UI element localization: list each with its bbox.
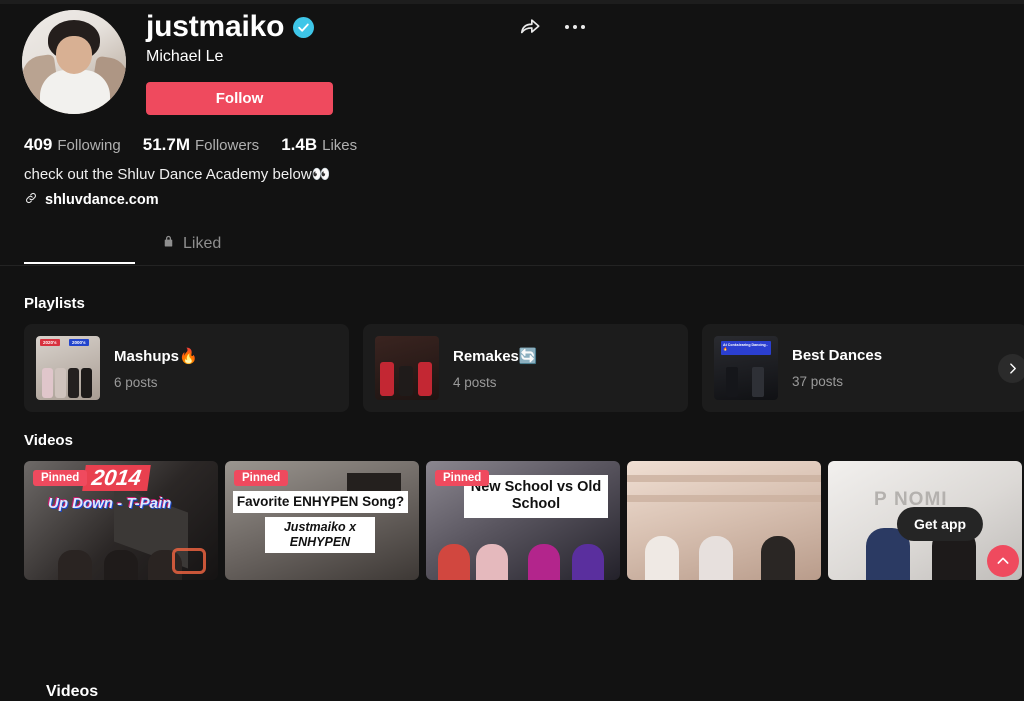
stat-likes: 1.4B Likes (281, 135, 357, 155)
username-row: justmaiko (146, 10, 315, 44)
follow-button[interactable]: Follow (146, 82, 333, 115)
avatar-face (56, 36, 92, 74)
playlist-post-count: 37 posts (792, 374, 844, 389)
bio-link-row[interactable]: shluvdance.com (24, 191, 159, 209)
playlist-thumbnail-overlay: At Conkslearing Dancing..🔥 (721, 341, 771, 355)
pinned-badge: Pinned (234, 470, 289, 486)
playlist-info: Best Dances 37 posts (792, 347, 882, 389)
videos-heading: Videos (24, 432, 73, 449)
tiktok-profile-page: justmaiko Michael Le Follow 409 Following… (0, 4, 1024, 700)
tab-liked[interactable]: Liked (161, 234, 221, 254)
playlist-card[interactable]: 2020's 2000's Mashups🔥 6 posts (24, 324, 349, 412)
video-neon-sign (172, 548, 206, 574)
share-arrow-icon[interactable] (519, 16, 541, 38)
stat-followers[interactable]: 51.7M Followers (143, 135, 259, 155)
video-overlay-year: 2014 (82, 465, 151, 491)
playlist-post-count: 6 posts (114, 374, 158, 390)
following-count: 409 (24, 135, 53, 154)
playlist-name: Remakes🔄 (453, 347, 538, 365)
bio-link[interactable]: shluvdance.com (45, 192, 159, 208)
scroll-to-top-icon[interactable] (987, 545, 1019, 577)
profile-tabs: Videos Liked (0, 226, 1024, 700)
video-thumbnail[interactable]: Pinned 2014 Up Down - T-Pain (24, 461, 218, 580)
playlist-badge-left: 2020's (40, 339, 60, 346)
video-thumbnail[interactable]: Pinned Favorite ENHYPEN Song? Justmaiko … (225, 461, 419, 580)
video-scene-beam (627, 475, 821, 482)
video-thumbnail[interactable]: Pinned New School vs Old School (426, 461, 620, 580)
playlist-thumbnail (375, 336, 439, 400)
video-scene-beam (627, 495, 821, 502)
stat-following[interactable]: 409 Following (24, 135, 121, 155)
bio-text: check out the Shluv Dance Academy below👀 (24, 166, 331, 183)
playlist-card[interactable]: Remakes🔄 4 posts (363, 324, 688, 412)
followers-count: 51.7M (142, 135, 190, 154)
tab-videos-label: Videos (46, 683, 99, 700)
playlist-badge-right: 2000's (69, 339, 89, 346)
playlist-name: Mashups🔥 (114, 347, 198, 365)
playlists-row: 2020's 2000's Mashups🔥 6 posts Remakes🔄 … (24, 324, 1024, 412)
pinned-badge: Pinned (33, 470, 88, 486)
video-scene-roof (347, 473, 401, 493)
verified-check-icon (293, 16, 315, 38)
avatar[interactable] (22, 10, 126, 114)
get-app-button[interactable]: Get app (896, 507, 984, 541)
video-people (58, 548, 182, 580)
chevron-right-icon[interactable] (998, 354, 1024, 383)
more-dots-icon[interactable] (565, 25, 585, 29)
profile-header: justmaiko Michael Le Follow (0, 4, 1024, 132)
pinned-badge: Pinned (435, 470, 490, 486)
video-caption-primary: Favorite ENHYPEN Song? (233, 491, 408, 514)
tab-videos[interactable]: Videos (46, 683, 98, 701)
playlist-post-count: 4 posts (453, 374, 497, 390)
header-actions (519, 16, 585, 38)
likes-count: 1.4B (281, 135, 318, 154)
playlist-info: Mashups🔥 6 posts (114, 347, 198, 390)
more-dots-glyph (565, 25, 585, 29)
video-thumbnail[interactable] (627, 461, 821, 580)
playlist-name: Best Dances (792, 347, 883, 364)
active-tab-indicator (24, 262, 135, 264)
videos-grid: Pinned 2014 Up Down - T-Pain Pinned Favo… (24, 461, 1022, 580)
avatar-torso (40, 70, 110, 114)
tab-liked-label: Liked (183, 235, 222, 252)
video-overlay-song: Up Down - T-Pain (48, 495, 172, 512)
playlist-thumbnail: At Conkslearing Dancing..🔥 (714, 336, 778, 400)
page-title: justmaiko (146, 10, 285, 43)
playlist-card[interactable]: At Conkslearing Dancing..🔥 Best Dances 3… (702, 324, 1024, 412)
video-people (432, 540, 618, 580)
profile-stats: 409 Following 51.7M Followers 1.4B Likes (24, 135, 357, 155)
likes-label: Likes (322, 137, 358, 154)
link-chain-icon (24, 191, 38, 209)
full-name: Michael Le (146, 48, 224, 65)
playlist-info: Remakes🔄 4 posts (453, 347, 538, 390)
playlists-heading: Playlists (24, 295, 85, 312)
lock-icon (161, 234, 176, 254)
playlist-thumbnail: 2020's 2000's (36, 336, 100, 400)
following-label: Following (57, 137, 121, 154)
followers-label: Followers (195, 137, 260, 154)
video-caption-secondary: Justmaiko x ENHYPEN (265, 517, 375, 553)
